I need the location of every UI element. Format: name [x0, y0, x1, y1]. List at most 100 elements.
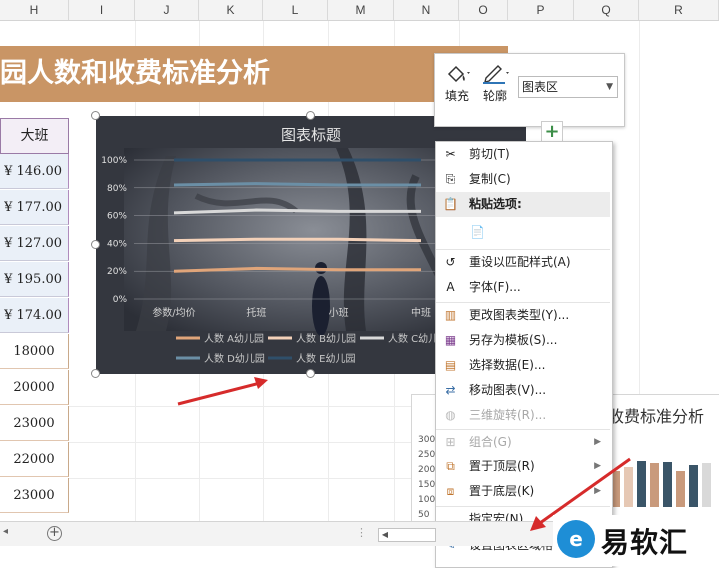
column-header-h[interactable]: H [0, 0, 69, 20]
table-cell-money[interactable]: ¥ 195.00 [0, 262, 69, 297]
chart-element-dropdown[interactable]: 图表区 ▼ [518, 76, 618, 98]
legend-label: 人数 C幼儿 [388, 332, 438, 345]
resize-handle[interactable] [306, 111, 315, 120]
figure-silhouette [312, 276, 330, 336]
legend-label: 人数 A幼儿园 [204, 332, 264, 345]
sheet-scroll-left-icon[interactable]: ◂ [3, 526, 8, 537]
fee-bar [676, 471, 685, 507]
pen-outline-icon [483, 65, 509, 84]
resize-handle[interactable] [91, 369, 100, 378]
table-cell-money[interactable]: ¥ 146.00 [0, 154, 69, 189]
table-header-dab[interactable]: 大班 [0, 118, 69, 154]
y-tick-label: 80% [107, 184, 127, 194]
menu-item-reset-style[interactable]: ↺ 重设以匹配样式(A) [436, 249, 610, 275]
table-cell-money[interactable]: ¥ 174.00 [0, 298, 69, 333]
legend-label: 人数 E幼儿园 [296, 352, 356, 365]
table-cell[interactable]: 22000 [0, 442, 69, 477]
menu-item-change-chart-type[interactable]: ▥ 更改图表类型(Y)... [436, 302, 610, 328]
table-cell[interactable]: 18000 [0, 334, 69, 369]
y-tick-label: 0% [113, 295, 128, 305]
column-header-o[interactable]: O [459, 0, 508, 20]
menu-item-3d-rotation[interactable]: ◍ 三维旋转(R)... [436, 403, 610, 428]
outline-button[interactable]: 轮廓 [480, 62, 510, 104]
column-header-q[interactable]: Q [574, 0, 639, 20]
x-tick-label: 参数/均价 [152, 306, 195, 319]
column-header-r[interactable]: R [639, 0, 719, 20]
chart-elements-plus-button[interactable]: + [541, 121, 563, 143]
chevron-right-icon: ▶ [594, 437, 601, 447]
series-line [173, 182, 421, 187]
menu-label: 三维旋转(R)... [469, 408, 547, 422]
scroll-left-arrow-icon[interactable]: ◀ [378, 528, 392, 542]
fill-label: 填充 [444, 89, 469, 103]
menu-label: 另存为模板(S)... [469, 333, 558, 347]
font-icon: A [446, 280, 455, 294]
scissors-icon: ✂ [445, 147, 456, 161]
fee-axis-tick: 200 [418, 465, 436, 475]
table-cell[interactable]: 23000 [0, 478, 69, 513]
add-sheet-button[interactable]: + [47, 526, 62, 541]
column-header-n[interactable]: N [394, 0, 459, 20]
fee-bar [702, 463, 711, 507]
clipboard-icon: 📋 [443, 197, 458, 211]
series-line [173, 237, 422, 243]
menu-item-paste-default[interactable]: 📄 [436, 218, 610, 248]
legend-label: 人数 D幼儿园 [204, 352, 265, 365]
table-cell-money[interactable]: ¥ 177.00 [0, 190, 69, 225]
chevron-down-icon: ▼ [606, 82, 613, 92]
resize-handle[interactable] [306, 369, 315, 378]
group-icon: ⊞ [445, 435, 456, 449]
chart-type-icon: ▥ [444, 308, 457, 322]
chart-title: 图表标题 [281, 126, 341, 144]
fee-axis-tick: 100 [418, 495, 436, 505]
menu-label: 剪切(T) [469, 147, 510, 161]
copy-icon: ⎘ [445, 172, 456, 186]
menu-item-move-chart[interactable]: ⇄ 移动图表(V)... [436, 378, 610, 403]
menu-item-select-data[interactable]: ▤ 选择数据(E)... [436, 353, 610, 378]
outline-label: 轮廓 [482, 89, 507, 103]
move-chart-icon: ⇄ [445, 383, 456, 397]
send-back-icon: ⧈ [446, 484, 455, 498]
menu-item-font[interactable]: A 字体(F)... [436, 275, 610, 300]
column-header-p[interactable]: P [508, 0, 574, 20]
column-header-m[interactable]: M [328, 0, 394, 20]
paste-icon: 📄 [470, 225, 485, 239]
fee-bar [650, 463, 659, 507]
menu-label: 复制(C) [469, 172, 511, 186]
fee-axis-tick: 50 [418, 510, 430, 520]
chart-format-toolbar: 填充 轮廓 图表区 ▼ [434, 53, 625, 127]
select-data-icon: ▤ [444, 358, 457, 372]
reset-style-icon: ↺ [445, 255, 456, 269]
fee-axis-tick: 300 [418, 435, 436, 445]
fee-bar [663, 462, 672, 507]
column-header-l[interactable]: L [263, 0, 328, 20]
menu-label: 更改图表类型(Y)... [469, 308, 570, 322]
menu-item-save-template[interactable]: ▦ 另存为模板(S)... [436, 328, 610, 353]
bring-front-icon: ⧉ [446, 459, 455, 473]
sheet-title-band: 园人数和收费标准分析 [0, 46, 508, 102]
column-header-i[interactable]: I [69, 0, 135, 20]
watermark-text: 易软汇 [601, 526, 689, 559]
menu-section-paste-options: 📋 粘贴选项: [436, 192, 610, 217]
y-tick-label: 100% [101, 156, 127, 166]
template-icon: ▦ [444, 333, 457, 347]
legend-label: 人数 B幼儿园 [296, 332, 356, 345]
resize-handle[interactable] [91, 111, 100, 120]
menu-item-cut[interactable]: ✂ 剪切(T) [436, 142, 610, 167]
column-header-j[interactable]: J [135, 0, 199, 20]
fill-button[interactable]: 填充 [442, 62, 472, 104]
menu-item-copy[interactable]: ⎘ 复制(C) [436, 167, 610, 192]
table-cell[interactable]: 20000 [0, 370, 69, 405]
table-cell[interactable]: 23000 [0, 406, 69, 441]
menu-label: 字体(F)... [469, 280, 521, 294]
resize-handle[interactable] [91, 240, 100, 249]
table-cell-money[interactable]: ¥ 127.00 [0, 226, 69, 261]
splitter-handle[interactable]: ⋮ [356, 526, 367, 539]
menu-item-group[interactable]: ⊞ 组合(G) ▶ [436, 429, 610, 455]
watermark-logo: e [557, 520, 595, 558]
column-header-k[interactable]: K [199, 0, 263, 20]
column-header-bar: H I J K L M N O P Q R [0, 0, 719, 21]
fee-bar [637, 461, 646, 507]
chart-element-value: 图表区 [522, 80, 559, 94]
menu-label: 选择数据(E)... [469, 358, 546, 372]
